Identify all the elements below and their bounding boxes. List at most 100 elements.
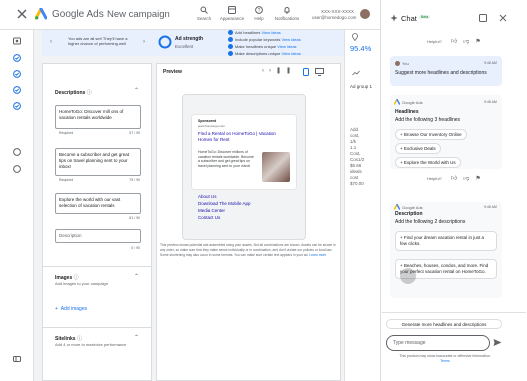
- help-tool-label: Help: [254, 16, 264, 21]
- char-count: 57 / 90: [129, 131, 140, 135]
- reply-heading: Headlines: [395, 109, 419, 115]
- collapse-icon[interactable]: [13, 355, 21, 363]
- feedback-icons: 👍︎👎︎⚑: [451, 174, 487, 182]
- chevron-left-icon[interactable]: ‹: [262, 68, 269, 74]
- checklist-text: Make headlines unique: [235, 44, 277, 49]
- preview-controls: ‹›❚❚: [262, 67, 296, 74]
- check-icon: [228, 30, 233, 36]
- footer-text: This product may show inaccurate or offe…: [399, 354, 491, 358]
- chevron-right-icon[interactable]: ›: [269, 68, 276, 74]
- description-field-2[interactable]: Become a subscriber and get great tips o…: [55, 148, 141, 176]
- step-pending-icon[interactable]: [13, 165, 21, 173]
- avatar[interactable]: [360, 9, 370, 19]
- view-ideas-link[interactable]: View ideas: [281, 37, 300, 42]
- google-ads-logo-icon: [35, 8, 47, 20]
- checklist-item: Make descriptions unique View ideas: [228, 51, 301, 57]
- preview-disclaimer: This preview shows potential ads assembl…: [160, 243, 338, 258]
- sponsored-label: Sponsored: [198, 119, 217, 123]
- headline-suggestion-chip[interactable]: + Browse Our Inventory Online: [395, 129, 467, 140]
- chevron-up-icon[interactable]: ⌃: [134, 334, 139, 341]
- ad-description: HomeToGo: Discover millions of vacation …: [198, 150, 254, 168]
- new-chat-icon[interactable]: [479, 14, 487, 22]
- flag-icon[interactable]: ⚑: [475, 39, 486, 45]
- checklist-text: Make descriptions unique: [235, 51, 281, 56]
- chevron-up-icon[interactable]: ⌃: [134, 87, 139, 94]
- description-field-3[interactable]: Explore the world with our vast selectio…: [55, 193, 141, 214]
- message-time: 9:46 AM: [484, 61, 497, 65]
- pause-icon[interactable]: ❚❚: [276, 68, 296, 74]
- terms-link[interactable]: Terms: [440, 359, 450, 363]
- sitelinks-subtitle: Add 4 or more to maximize performance: [55, 342, 127, 347]
- generate-more-button[interactable]: Generate more headlines and descriptions: [386, 319, 502, 329]
- thumbs-down-icon[interactable]: 👎︎: [463, 176, 475, 182]
- sitelink[interactable]: Contact Us: [198, 214, 278, 221]
- description-field-empty[interactable]: Description: [55, 229, 141, 243]
- desktop-icon[interactable]: [315, 68, 324, 76]
- chevron-right-icon[interactable]: ›: [143, 39, 145, 45]
- chevron-up-icon[interactable]: ⌃: [134, 273, 139, 280]
- plus-icon: +: [55, 306, 58, 312]
- sitelink[interactable]: Download The Mobile App: [198, 200, 278, 207]
- chevron-left-icon[interactable]: ‹: [50, 39, 52, 45]
- close-icon[interactable]: [499, 14, 507, 22]
- chip-label: Browse Our Inventory Online: [403, 132, 462, 137]
- headline-suggestion-chip[interactable]: + Exclusive Deals: [395, 143, 441, 154]
- descriptions-title-text: Descriptions: [55, 90, 86, 96]
- learn-more-link[interactable]: Learn more: [309, 253, 326, 257]
- description-field-1[interactable]: HomeToGo: Discover mill ons of vacation …: [55, 105, 141, 129]
- mobile-icon[interactable]: [303, 68, 309, 76]
- view-ideas-link[interactable]: View ideas: [277, 44, 296, 49]
- reply-intro: Add the following 3 headlines: [395, 117, 461, 123]
- account-info[interactable]: XXX-XXX-XXXX user@homedogo.com: [312, 9, 356, 21]
- notifications-tool[interactable]: Notifications: [270, 6, 304, 21]
- svg-text:?: ?: [258, 8, 261, 14]
- bell-icon: [283, 6, 291, 14]
- step-done-icon[interactable]: [13, 86, 21, 94]
- appearance-icon: [228, 6, 236, 14]
- ad-group-label: Ad group 1: [350, 84, 373, 89]
- sitelinks-list: About Us Download The Mobile App Media C…: [198, 193, 278, 221]
- info-icon[interactable]: ⓘ: [87, 90, 92, 96]
- thumbs-down-icon[interactable]: 👎︎: [463, 39, 475, 45]
- chat-sparkle-icon: [390, 14, 398, 22]
- description-suggestion-chip[interactable]: + Find your dream vacation rental in jus…: [395, 231, 497, 251]
- campaign-icon[interactable]: [13, 37, 21, 45]
- add-images-button[interactable]: + Add images: [55, 306, 87, 312]
- view-ideas-link[interactable]: View ideas: [261, 30, 280, 35]
- char-count: 0 / 90: [131, 246, 140, 250]
- plus-icon: +: [400, 132, 403, 137]
- brand-name: Google Ads: [52, 9, 104, 20]
- google-ads-logo-icon: [394, 99, 400, 105]
- send-icon[interactable]: [493, 338, 502, 347]
- plus-icon: +: [400, 146, 403, 151]
- ad-strength-ring-icon: [158, 35, 172, 49]
- char-count: 61 / 90: [129, 216, 140, 220]
- ad-url: www.hometogo.com: [198, 124, 226, 128]
- sitelink[interactable]: Media Center: [198, 207, 278, 214]
- step-done-icon[interactable]: [13, 70, 21, 78]
- step-pending-icon[interactable]: [13, 148, 21, 156]
- helpful-label: Helpful?: [427, 176, 442, 181]
- reply-intro: Add the following 2 descriptions: [395, 219, 466, 225]
- banner-message: You ads are all set! They'll have a high…: [68, 36, 128, 46]
- step-done-icon[interactable]: [13, 102, 21, 110]
- thumbs-up-icon[interactable]: 👍︎: [451, 176, 463, 182]
- close-icon[interactable]: [16, 8, 28, 20]
- headline-suggestion-chip[interactable]: + Explore the World with Us: [395, 157, 461, 168]
- plus-icon: +: [400, 235, 403, 240]
- user-avatar: [395, 61, 400, 66]
- chat-footer-note: This product may show inaccurate or offe…: [395, 354, 495, 364]
- step-done-icon[interactable]: [13, 54, 21, 62]
- ad-headline[interactable]: Find a Rental on HomeToGo | Vacation Hom…: [198, 131, 290, 143]
- view-ideas-link[interactable]: View ideas: [281, 51, 300, 56]
- checklist-text: Add headlines: [235, 30, 261, 35]
- sitelink[interactable]: About Us: [198, 193, 278, 200]
- char-count: 79 / 90: [129, 178, 140, 182]
- ad-strength-value: Excellent: [175, 44, 194, 49]
- notifications-tool-label: Notifications: [274, 16, 300, 21]
- flag-icon[interactable]: ⚑: [475, 176, 486, 182]
- chat-message-input[interactable]: Type message: [386, 335, 490, 351]
- thumbs-up-icon[interactable]: 👍︎: [451, 39, 463, 45]
- chat-divider: [382, 312, 526, 313]
- beta-badge: Beta: [419, 15, 431, 19]
